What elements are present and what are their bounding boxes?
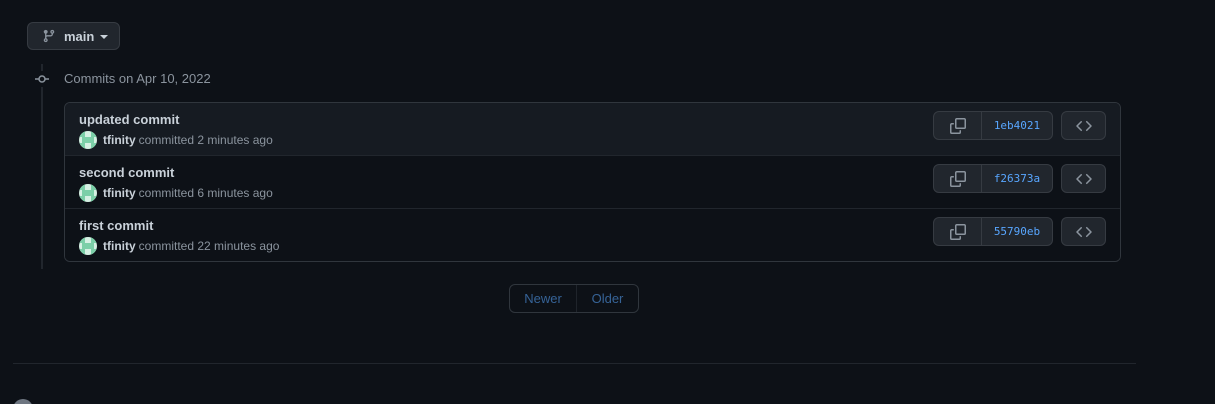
branch-name: main bbox=[64, 28, 95, 44]
commit-meta: tfinity committed 22 minutes ago bbox=[79, 237, 279, 255]
commit-author-link[interactable]: tfinity bbox=[103, 133, 136, 147]
github-logo-icon[interactable] bbox=[13, 399, 33, 404]
avatar[interactable] bbox=[79, 131, 97, 149]
commit-sha-group: 1eb4021 bbox=[933, 111, 1053, 140]
commit-time: 22 minutes ago bbox=[197, 239, 280, 253]
triangle-down-icon bbox=[100, 35, 109, 39]
copy-icon bbox=[949, 170, 966, 187]
commit-sha-group: f26373a bbox=[933, 164, 1053, 193]
newer-button[interactable]: Newer bbox=[510, 285, 577, 312]
code-icon bbox=[1075, 173, 1092, 184]
footer-divider bbox=[13, 363, 1136, 364]
commit-list: updated commit tfinity committed 2 minut… bbox=[64, 102, 1121, 262]
commit-row: first commit tfinity committed 22 minute… bbox=[65, 209, 1120, 261]
git-commit-icon bbox=[34, 71, 50, 87]
avatar[interactable] bbox=[79, 237, 97, 255]
commit-action-text: committed bbox=[138, 239, 195, 253]
older-button[interactable]: Older bbox=[577, 285, 638, 312]
branch-select-button[interactable]: main bbox=[27, 22, 120, 50]
commit-row: updated commit tfinity committed 2 minut… bbox=[65, 103, 1120, 156]
copy-sha-button[interactable] bbox=[934, 218, 982, 245]
browse-repo-button[interactable] bbox=[1061, 217, 1106, 246]
timeline-line bbox=[41, 64, 43, 269]
git-branch-icon bbox=[43, 29, 55, 43]
copy-icon bbox=[949, 223, 966, 240]
pagination: Newer Older bbox=[509, 284, 639, 313]
commit-action-text: committed bbox=[138, 133, 195, 147]
copy-sha-button[interactable] bbox=[934, 112, 982, 139]
commit-title-link[interactable]: second commit bbox=[79, 165, 174, 180]
commit-time: 2 minutes ago bbox=[197, 133, 273, 147]
commit-sha-link[interactable]: 1eb4021 bbox=[982, 112, 1052, 139]
commits-date-heading: Commits on Apr 10, 2022 bbox=[64, 71, 211, 86]
commit-action-text: committed bbox=[138, 186, 195, 200]
avatar[interactable] bbox=[79, 184, 97, 202]
copy-sha-button[interactable] bbox=[934, 165, 982, 192]
browse-repo-button[interactable] bbox=[1061, 164, 1106, 193]
commit-sha-link[interactable]: f26373a bbox=[982, 165, 1052, 192]
code-icon bbox=[1075, 120, 1092, 131]
commit-time: 6 minutes ago bbox=[197, 186, 273, 200]
code-icon bbox=[1075, 226, 1092, 237]
commit-sha-group: 55790eb bbox=[933, 217, 1053, 246]
copy-icon bbox=[949, 117, 966, 134]
commit-meta: tfinity committed 2 minutes ago bbox=[79, 131, 273, 149]
commit-title-link[interactable]: first commit bbox=[79, 218, 153, 233]
commit-author-link[interactable]: tfinity bbox=[103, 239, 136, 253]
commit-sha-link[interactable]: 55790eb bbox=[982, 218, 1052, 245]
browse-repo-button[interactable] bbox=[1061, 111, 1106, 140]
commit-meta: tfinity committed 6 minutes ago bbox=[79, 184, 273, 202]
commit-row: second commit tfinity committed 6 minute… bbox=[65, 156, 1120, 209]
commits-page: main Commits on Apr 10, 2022 updated com… bbox=[0, 0, 1215, 404]
commit-author-link[interactable]: tfinity bbox=[103, 186, 136, 200]
commit-title-link[interactable]: updated commit bbox=[79, 112, 179, 127]
